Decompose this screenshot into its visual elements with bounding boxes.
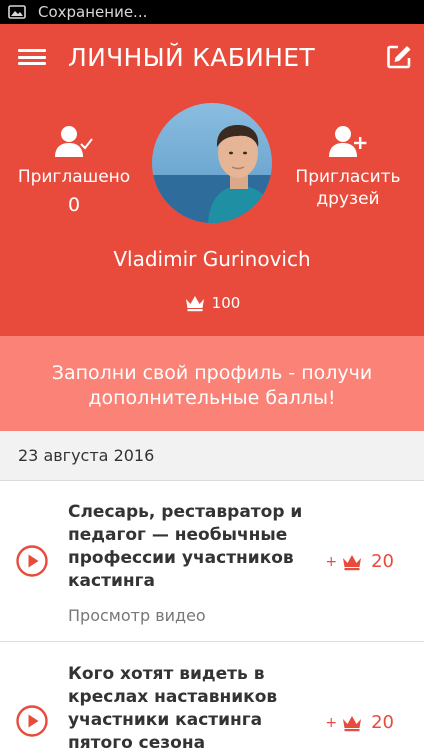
item-points: + 20	[325, 712, 394, 733]
list-item[interactable]: Кого хотят видеть в креслах наставников …	[0, 643, 424, 754]
play-icon[interactable]	[16, 705, 48, 737]
play-icon[interactable]	[16, 545, 48, 577]
item-points: + 20	[325, 551, 394, 572]
fill-profile-banner[interactable]: Заполни свой профиль - получи дополнител…	[0, 336, 424, 431]
status-text: Сохранение...	[38, 3, 148, 21]
item-title: Кого хотят видеть в креслах наставников …	[68, 664, 278, 753]
invite-friends-button[interactable]: Пригласить друзей	[280, 124, 416, 210]
avatar[interactable]	[152, 103, 272, 223]
item-subtitle: Просмотр видео	[68, 606, 206, 625]
profile-header: ЛИЧНЫЙ КАБИНЕТ Приглашено 0 Пригласить д…	[0, 24, 424, 336]
user-add-icon	[329, 126, 367, 157]
status-bar: Сохранение...	[0, 0, 424, 24]
user-name: Vladimir Gurinovich	[113, 247, 311, 271]
list-item[interactable]: Слесарь, реставратор и педагог — необычн…	[0, 482, 424, 642]
user-check-icon	[55, 126, 93, 157]
points-plus: +	[325, 714, 338, 731]
feed-date: 23 августа 2016	[0, 431, 424, 481]
item-title: Слесарь, реставратор и педагог — необычн…	[68, 502, 303, 591]
invited-value: 0	[67, 194, 81, 216]
crown-icon	[185, 296, 204, 312]
invited-label: Приглашено	[17, 167, 131, 187]
score-value: 100	[211, 294, 241, 312]
points-plus: +	[325, 553, 338, 570]
page-title: ЛИЧНЫЙ КАБИНЕТ	[68, 42, 315, 72]
points-value: 20	[371, 712, 394, 733]
edit-icon[interactable]	[386, 44, 412, 70]
invite-friends-label: Пригласить друзей	[295, 167, 401, 209]
crown-icon	[343, 554, 362, 570]
image-icon	[8, 5, 26, 19]
score-badge: 100	[0, 294, 424, 312]
app-bar: ЛИЧНЫЙ КАБИНЕТ	[0, 24, 424, 90]
avatar-photo	[152, 103, 272, 223]
points-value: 20	[371, 551, 394, 572]
menu-icon[interactable]	[18, 46, 46, 68]
crown-icon	[343, 715, 362, 731]
invited-counter[interactable]: Приглашено 0	[14, 124, 134, 216]
